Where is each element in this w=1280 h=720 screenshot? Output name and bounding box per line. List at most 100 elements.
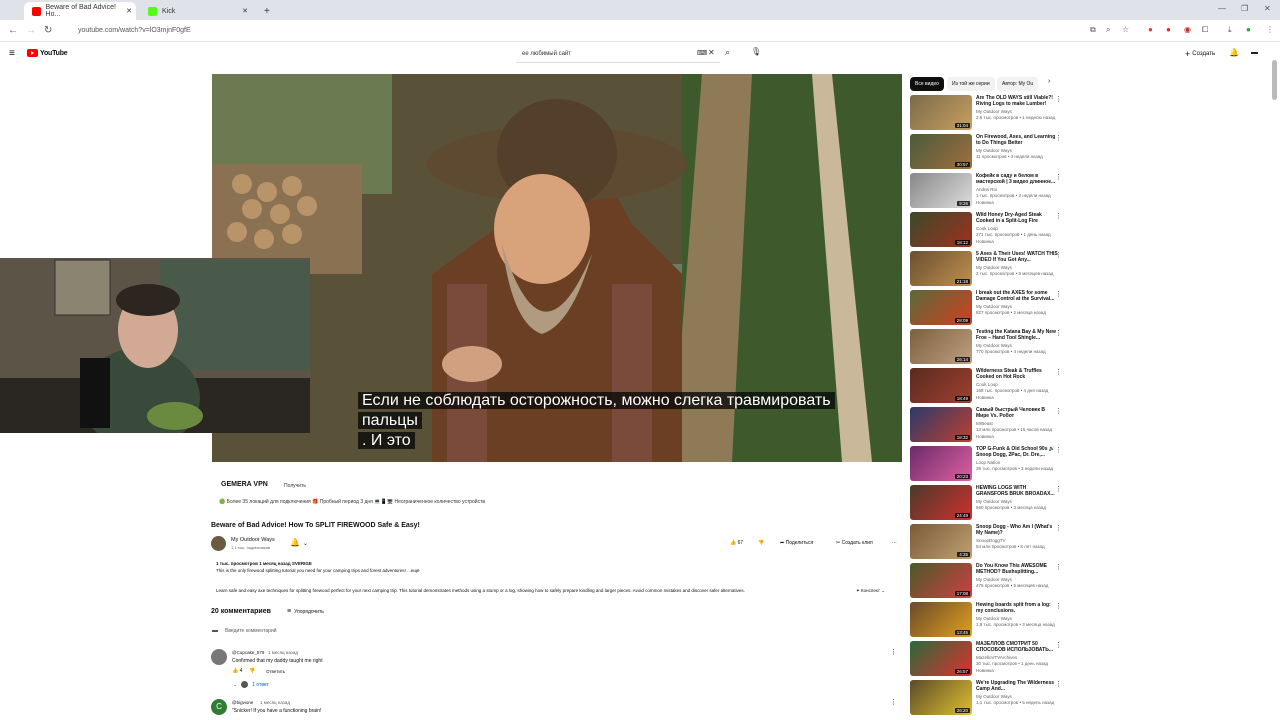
recommendation-item[interactable]: 18:12 Wild Honey Dry-Aged Steak Cooked in… <box>910 212 1068 248</box>
recommendation-more-icon[interactable]: ⋮ <box>1055 212 1062 220</box>
search-icon[interactable]: ⌕ <box>725 47 730 58</box>
zoom-icon[interactable]: ⌕ <box>1106 25 1110 35</box>
recommendation-item[interactable]: 26:14 Testing the Katana Bay & My New Fro… <box>910 329 1068 365</box>
notification-bell-icon[interactable]: 🔔 <box>290 538 300 547</box>
comment-dislike-icon[interactable]: 👎 <box>249 668 255 674</box>
recommendation-more-icon[interactable]: ⋮ <box>1055 602 1062 610</box>
recommendation-title[interactable]: HEWING LOGS WITH GRANSFORS BRUK BROADAX.… <box>976 485 1058 497</box>
recommendation-channel[interactable]: My Outdoor Ways <box>976 148 1012 153</box>
youtube-logo[interactable]: YouTube <box>27 49 68 57</box>
recommendation-channel[interactable]: MazelloVTVArchives <box>976 655 1017 660</box>
ad-brand[interactable]: GEMERA VPN <box>221 481 268 488</box>
recommendation-item[interactable]: 13:45 Hewing boards split from a log: my … <box>910 602 1068 638</box>
forward-icon[interactable]: → <box>26 25 36 36</box>
recommendation-item[interactable]: 4:35 Snoop Dogg - Who Am I (What's My Nam… <box>910 524 1068 560</box>
video-thumbnail[interactable]: 9:26 <box>910 173 972 208</box>
recommendation-channel[interactable]: My Outdoor Ways <box>976 265 1012 270</box>
recommendation-item[interactable]: 9:26 Кофейк в саду и белом в мастерской |… <box>910 173 1068 209</box>
recommendation-channel[interactable]: My Outdoor Ways <box>976 616 1012 621</box>
chip-same-author[interactable]: Автор: My Ou <box>997 77 1039 91</box>
chevron-down-icon[interactable]: ⌄ <box>303 540 308 547</box>
account-avatar[interactable] <box>1251 52 1258 54</box>
extension-icon[interactable]: ◉ <box>1184 25 1191 34</box>
extensions-puzzle-icon[interactable]: ⧠ <box>1202 25 1208 35</box>
description-line[interactable]: This is the only firewood splitting tuto… <box>216 568 420 573</box>
recommendation-item[interactable]: 21:18 5 Axes & Their Uses! WATCH THIS VID… <box>910 251 1068 287</box>
microphone-icon[interactable]: 🎙 <box>751 47 761 56</box>
comment-author[interactable]: @Cupcake_579 <box>232 650 264 655</box>
page-scrollbar[interactable] <box>1272 60 1277 100</box>
recommendation-title[interactable]: Are The OLD WAYS still Viable?! Riving L… <box>976 95 1058 107</box>
clip-button[interactable]: ✂ Создать клип <box>832 537 877 549</box>
reload-icon[interactable]: ↻ <box>44 25 52 36</box>
recommendation-more-icon[interactable]: ⋮ <box>1055 563 1062 571</box>
comment-like-button[interactable]: 👍 4 <box>232 668 242 674</box>
chip-all-videos[interactable]: Все видео <box>910 77 944 91</box>
recommendation-title[interactable]: On Firewood, Axes, and Learning to Do Th… <box>976 134 1058 146</box>
recommendation-channel[interactable]: Cook Loop <box>976 226 998 231</box>
recommendation-title[interactable]: Wild Honey Dry-Aged Steak Cooked in a Sp… <box>976 212 1058 224</box>
comment-more-icon[interactable]: ⋮ <box>890 698 897 706</box>
recommendation-title[interactable]: I break out the AXES for some Damage Con… <box>976 290 1058 302</box>
keyboard-icon[interactable]: ⌨ <box>697 49 707 57</box>
recommendation-title[interactable]: Hewing boards split from a log: my concl… <box>976 602 1058 614</box>
recommendation-title[interactable]: Do You Know This AWESOME METHOD? Bushspl… <box>976 563 1058 575</box>
recommendation-channel[interactable]: Loop Nation <box>976 460 1000 465</box>
recommendation-channel[interactable]: My Outdoor Ways <box>976 343 1012 348</box>
recommendation-item[interactable]: 18:49 Wilderness Steak & Truffles Cooked … <box>910 368 1068 404</box>
chips-next-icon[interactable]: › <box>1048 78 1050 85</box>
reply-button[interactable]: Ответить <box>266 669 285 674</box>
tab-youtube[interactable]: Beware of Bad Advice! Ho... ✕ <box>24 2 136 20</box>
recommendation-more-icon[interactable]: ⋮ <box>1055 329 1062 337</box>
video-thumbnail[interactable]: 4:35 <box>910 524 972 559</box>
recommendation-channel[interactable]: My Outdoor Ways <box>976 694 1012 699</box>
browser-menu-icon[interactable]: ⋮ <box>1266 25 1274 34</box>
recommendation-more-icon[interactable]: ⋮ <box>1055 407 1062 415</box>
recommendation-title[interactable]: Snoop Dogg - Who Am I (What's My Name)? <box>976 524 1058 536</box>
recommendation-title[interactable]: Кофейк в саду и белом в мастерской | 3 в… <box>976 173 1058 185</box>
recommendation-title[interactable]: Testing the Katana Bay & My New Froe – H… <box>976 329 1058 341</box>
sort-comments-button[interactable]: ≡ Упорядочить <box>287 608 324 615</box>
create-button[interactable]: + Создать <box>1185 49 1215 59</box>
recommendation-item[interactable]: 20:23 TOP G-Funk & Old School 90s 🔊 Snoop… <box>910 446 1068 482</box>
video-thumbnail[interactable]: 28:09 <box>910 290 972 325</box>
address-bar[interactable]: youtube.com/watch?v=lO3mjnF0gfE <box>62 24 1072 39</box>
recommendation-item[interactable]: 17:08 Do You Know This AWESOME METHOD? Bu… <box>910 563 1068 599</box>
recommendation-channel[interactable]: My Outdoor Ways <box>976 109 1012 114</box>
tab-kick[interactable]: Kick ✕ <box>140 2 252 20</box>
maximize-icon[interactable]: ❐ <box>1241 4 1248 13</box>
new-tab-icon[interactable]: + <box>256 2 272 20</box>
video-thumbnail[interactable]: 24:49 <box>910 485 972 520</box>
extension-record-icon[interactable]: ● <box>1166 25 1171 34</box>
like-button[interactable]: 👍 67 <box>726 537 747 549</box>
channel-avatar[interactable] <box>211 536 226 551</box>
comment-more-icon[interactable]: ⋮ <box>890 648 897 656</box>
show-replies-button[interactable]: ⌄ 1 ответ <box>233 681 269 688</box>
recommendation-item[interactable]: 26:20 We're Upgrading The Wilderness Camp… <box>910 680 1068 716</box>
recommendation-more-icon[interactable]: ⋮ <box>1055 446 1062 454</box>
chip-same-series[interactable]: Из той же серии <box>947 77 995 91</box>
close-tab-icon[interactable]: ✕ <box>126 7 132 15</box>
ad-cta-button[interactable]: Получить <box>284 483 306 489</box>
recommendation-title[interactable]: We're Upgrading The Wilderness Camp And.… <box>976 680 1058 692</box>
recommendation-title[interactable]: МАЗЕЛЛОВ СМОТРИТ 50 СПОСОБОВ ИСПОЛЬЗОВАТ… <box>976 641 1058 653</box>
comment-author[interactable]: @bigvione <box>232 700 253 705</box>
recommendation-channel[interactable]: Andrei Roi <box>976 187 997 192</box>
video-thumbnail[interactable]: 18:49 <box>910 368 972 403</box>
dislike-button[interactable]: 👎 <box>754 537 768 549</box>
recommendation-more-icon[interactable]: ⋮ <box>1055 524 1062 532</box>
add-comment-input[interactable]: Введите комментарий <box>225 628 277 634</box>
recommendation-channel[interactable]: My Outdoor Ways <box>976 304 1012 309</box>
recommendation-more-icon[interactable]: ⋮ <box>1055 251 1062 259</box>
install-icon[interactable]: ⧉ <box>1090 25 1096 35</box>
recommendation-title[interactable]: 5 Axes & Their Uses! WATCH THIS VIDEO If… <box>976 251 1058 263</box>
minimize-icon[interactable]: — <box>1218 4 1226 13</box>
recommendation-channel[interactable]: My Outdoor Ways <box>976 499 1012 504</box>
summary-button[interactable]: ✦ Конспект ⌄ <box>856 588 885 594</box>
recommendation-more-icon[interactable]: ⋮ <box>1055 173 1062 181</box>
recommendation-item[interactable]: 18:32 Самый быстрый Человек В Мире Vs. Ро… <box>910 407 1068 443</box>
recommendation-item[interactable]: 30:57 On Firewood, Axes, and Learning to … <box>910 134 1068 170</box>
recommendation-more-icon[interactable]: ⋮ <box>1055 368 1062 376</box>
bookmark-star-icon[interactable]: ☆ <box>1122 25 1129 34</box>
comment-avatar[interactable]: C <box>211 699 227 715</box>
